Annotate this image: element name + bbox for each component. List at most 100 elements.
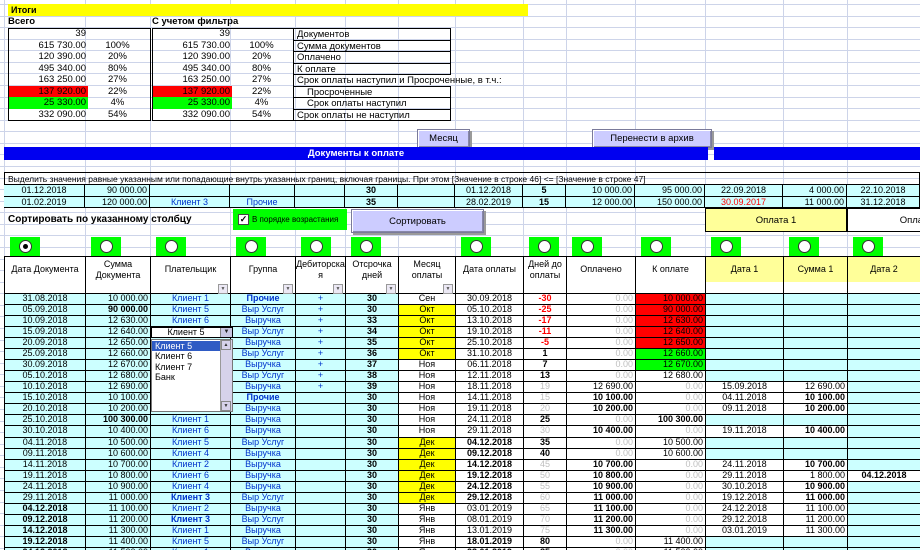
table-cell[interactable]: 10 100.00: [567, 393, 636, 405]
table-cell[interactable]: -25: [524, 304, 567, 316]
table-cell[interactable]: [296, 459, 346, 471]
table-cell[interactable]: 0.00: [567, 371, 636, 383]
table-cell[interactable]: 75: [524, 526, 567, 538]
table-cell[interactable]: 30: [346, 537, 399, 549]
table-cell[interactable]: [784, 371, 848, 383]
table-cell[interactable]: 30: [346, 437, 399, 449]
table-cell[interactable]: [784, 415, 848, 427]
table-cell[interactable]: Окт: [399, 348, 456, 360]
table-cell[interactable]: Выр Услуг: [231, 371, 296, 383]
table-cell[interactable]: Выр Услуг: [231, 326, 296, 338]
table-cell[interactable]: 0.00: [636, 515, 706, 527]
table-cell[interactable]: 30: [346, 415, 399, 427]
table-cell[interactable]: Дек: [399, 437, 456, 449]
dropdown-option[interactable]: Клиент 5: [152, 340, 221, 352]
table-cell[interactable]: 12 630.00: [636, 315, 706, 327]
dropdown-option[interactable]: Клиент 6: [152, 351, 221, 362]
table-cell[interactable]: Выручка: [231, 337, 296, 349]
table-cell[interactable]: 20: [524, 404, 567, 416]
table-cell[interactable]: 19.12.2018: [5, 537, 86, 549]
filter-cell[interactable]: [295, 184, 345, 196]
table-cell[interactable]: [706, 304, 784, 316]
table-cell[interactable]: 45: [524, 459, 567, 471]
table-cell[interactable]: [784, 293, 848, 305]
filter-cell[interactable]: 01.12.2018: [4, 184, 85, 196]
table-cell[interactable]: [848, 415, 920, 427]
table-cell[interactable]: 19.10.2018: [456, 326, 524, 338]
table-cell[interactable]: -5: [524, 337, 567, 349]
table-cell[interactable]: Ноя: [399, 382, 456, 394]
table-cell[interactable]: 11 200.00: [784, 515, 848, 527]
table-cell[interactable]: Выручка: [231, 359, 296, 372]
table-cell[interactable]: 25.10.2018: [5, 415, 86, 427]
filter-cell[interactable]: 28.02.2019: [455, 195, 523, 207]
table-cell[interactable]: [784, 437, 848, 449]
table-cell[interactable]: 09.12.2018: [456, 448, 524, 460]
table-cell[interactable]: Клиент 1: [151, 415, 231, 427]
table-cell[interactable]: Окт: [399, 326, 456, 338]
table-cell[interactable]: [706, 448, 784, 460]
table-cell[interactable]: 0.00: [636, 481, 706, 493]
filter-cell[interactable]: [295, 195, 345, 207]
table-cell[interactable]: 06.11.2018: [456, 359, 524, 372]
table-cell[interactable]: 90 000.00: [636, 304, 706, 316]
table-cell[interactable]: [706, 415, 784, 427]
table-cell[interactable]: 12 650.00: [636, 337, 706, 349]
table-cell[interactable]: Выр Услуг: [231, 348, 296, 360]
table-cell[interactable]: 30.09.2018: [456, 293, 524, 305]
table-cell[interactable]: 04.11.2018: [5, 437, 86, 449]
table-cell[interactable]: 30: [346, 426, 399, 438]
table-cell[interactable]: [784, 315, 848, 327]
sort-column-radio[interactable]: [91, 237, 121, 256]
table-cell[interactable]: [848, 393, 920, 405]
table-cell[interactable]: 30: [346, 393, 399, 405]
table-cell[interactable]: 09.11.2018: [706, 404, 784, 416]
table-cell[interactable]: Выручка: [231, 404, 296, 416]
table-cell[interactable]: 0.00: [636, 459, 706, 471]
table-cell[interactable]: 10 400.00: [784, 426, 848, 438]
table-cell[interactable]: 10 000.00: [636, 293, 706, 305]
table-cell[interactable]: +: [296, 293, 346, 305]
table-cell[interactable]: 19.12.2018: [456, 470, 524, 482]
table-cell[interactable]: +: [296, 326, 346, 338]
table-cell[interactable]: Выр Услуг: [231, 437, 296, 449]
filter-cell[interactable]: 30.09.2017: [705, 195, 783, 207]
filter-cell[interactable]: 01.12.2018: [455, 184, 523, 196]
table-cell[interactable]: 15.09.2018: [706, 382, 784, 394]
table-cell[interactable]: 7: [524, 359, 567, 372]
table-cell[interactable]: 10 800.00: [86, 470, 151, 482]
table-cell[interactable]: Клиент 3: [151, 515, 231, 527]
table-cell[interactable]: [296, 470, 346, 482]
table-cell[interactable]: Выручка: [231, 426, 296, 438]
sort-column-radio[interactable]: [789, 237, 819, 256]
table-cell[interactable]: 11 100.00: [784, 504, 848, 516]
table-cell[interactable]: 09.12.2018: [5, 515, 86, 527]
table-cell[interactable]: [848, 537, 920, 549]
table-cell[interactable]: 11 300.00: [784, 526, 848, 538]
table-cell[interactable]: [784, 359, 848, 372]
table-cell[interactable]: 35: [524, 437, 567, 449]
month-button[interactable]: Месяц: [417, 129, 470, 148]
table-cell[interactable]: 0.00: [567, 304, 636, 316]
table-cell[interactable]: 03.01.2019: [706, 526, 784, 538]
table-cell[interactable]: -11: [524, 326, 567, 338]
table-cell[interactable]: 12 640.00: [636, 326, 706, 338]
table-cell[interactable]: 30: [346, 481, 399, 493]
table-cell[interactable]: Клиент 6: [151, 315, 231, 327]
table-cell[interactable]: 0.00: [567, 437, 636, 449]
table-cell[interactable]: [784, 304, 848, 316]
table-cell[interactable]: [296, 404, 346, 416]
table-cell[interactable]: 11 200.00: [567, 515, 636, 527]
table-cell[interactable]: 10 500.00: [86, 437, 151, 449]
table-cell[interactable]: 10 700.00: [86, 459, 151, 471]
table-cell[interactable]: [848, 459, 920, 471]
table-cell[interactable]: [848, 304, 920, 316]
table-cell[interactable]: 12 680.00: [636, 371, 706, 383]
sort-column-radio[interactable]: [572, 237, 602, 256]
table-cell[interactable]: Дек: [399, 481, 456, 493]
table-cell[interactable]: [706, 337, 784, 349]
table-cell[interactable]: Клиент 4: [151, 481, 231, 493]
table-cell[interactable]: 10 800.00: [567, 470, 636, 482]
table-cell[interactable]: [706, 348, 784, 360]
table-cell[interactable]: 19.11.2018: [5, 470, 86, 482]
